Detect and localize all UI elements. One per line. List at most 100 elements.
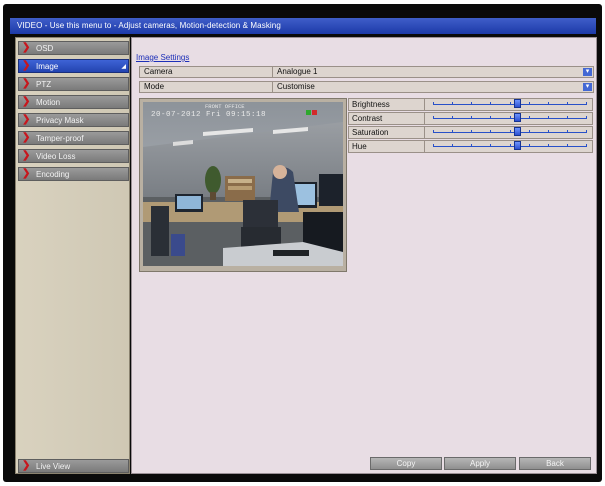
slider-tick [433, 130, 434, 133]
sidebar-item-ptz[interactable]: ❯ PTZ [18, 77, 129, 91]
mode-field[interactable]: Mode Customise ▾ [139, 81, 594, 93]
slider-tick [566, 116, 568, 119]
slider-tick [471, 102, 473, 105]
sidebar-item-tamper-proof[interactable]: ❯ Tamper-proof [18, 131, 129, 145]
slider-tick [452, 102, 454, 105]
sidebar-item-privacy-mask[interactable]: ❯ Privacy Mask [18, 113, 129, 127]
sidebar-item-label: Motion [36, 98, 61, 107]
saturation-slider-thumb[interactable] [514, 127, 522, 136]
slider-tick [528, 116, 530, 119]
camera-preview: FRONT OFFICE 20-07-2012 Fri 09:15:18 [143, 102, 343, 266]
sidebar-item-label: OSD [36, 44, 54, 53]
back-button[interactable]: Back [519, 457, 591, 470]
hue-slider[interactable] [433, 141, 587, 150]
camera-name-overlay: FRONT OFFICE [205, 103, 245, 110]
slider-tick [547, 102, 549, 105]
slider-tick [586, 130, 587, 133]
chevron-right-icon: ❯ [22, 150, 31, 161]
saturation-label: Saturation [349, 127, 425, 138]
contrast-slider-thumb[interactable] [514, 113, 522, 122]
slider-tick [528, 144, 530, 147]
sidebar-item-label: Tamper-proof [36, 134, 84, 143]
title-bar: VIDEO - Use this menu to - Adjust camera… [10, 18, 596, 34]
slider-tick [586, 102, 587, 105]
slider-tick [509, 116, 511, 119]
saturation-row: Saturation [348, 126, 593, 139]
copy-button[interactable]: Copy [370, 457, 442, 470]
live-view-label: Live View [36, 462, 71, 471]
hue-label: Hue [349, 141, 425, 152]
camera-field[interactable]: Camera Analogue 1 ▾ [139, 66, 594, 78]
slider-tick [471, 130, 473, 133]
slider-tick [547, 130, 549, 133]
sidebar-item-motion[interactable]: ❯ Motion [18, 95, 129, 109]
slider-tick [490, 102, 492, 105]
brightness-slider[interactable] [433, 99, 587, 108]
sidebar-item-label: Privacy Mask [36, 116, 84, 125]
brightness-label: Brightness [349, 99, 425, 110]
chevron-right-icon: ❯ [22, 78, 31, 89]
field-label: Camera [140, 67, 273, 77]
brightness-row: Brightness [348, 98, 593, 111]
slider-tick [509, 130, 511, 133]
contrast-row: Contrast [348, 112, 593, 125]
slider-tick [471, 144, 473, 147]
chevron-right-icon: ❯ [22, 114, 31, 125]
chevron-right-icon: ❯ [22, 460, 31, 471]
slider-tick [433, 116, 434, 119]
sidebar-item-image[interactable]: ❯ Image ◢ [18, 59, 129, 73]
field-label: Mode [140, 82, 273, 92]
brightness-slider-thumb[interactable] [514, 99, 522, 108]
hue-slider-thumb[interactable] [514, 141, 522, 150]
dropdown-arrow-icon[interactable]: ▾ [583, 83, 592, 91]
office-scene-image [143, 102, 343, 266]
camera-select-value[interactable]: Analogue 1 [274, 67, 581, 77]
preview-frame: FRONT OFFICE 20-07-2012 Fri 09:15:18 [139, 98, 347, 272]
chevron-right-icon: ❯ [22, 132, 31, 143]
sidebar-item-label: Video Loss [36, 152, 76, 161]
window-title: VIDEO - Use this menu to - Adjust camera… [17, 21, 281, 30]
live-view-button[interactable]: ❯ Live View [18, 459, 129, 473]
slider-tick [490, 116, 492, 119]
slider-tick [586, 116, 587, 119]
section-title: Image Settings [136, 53, 190, 62]
slider-tick [528, 130, 530, 133]
sidebar-item-encoding[interactable]: ❯ Encoding [18, 167, 129, 181]
chevron-right-icon: ❯ [22, 96, 31, 107]
slider-tick [547, 144, 549, 147]
slider-tick [490, 130, 492, 133]
sidebar-item-label: Image [36, 62, 59, 71]
sidebar-item-osd[interactable]: ❯ OSD [18, 41, 129, 55]
slider-tick [433, 144, 434, 147]
sidebar: ❯ OSD ❯ Image ◢ ❯ PTZ ❯ Motion ❯ Privacy… [15, 37, 130, 474]
main-panel: Image Settings Camera Analogue 1 ▾ Mode … [131, 37, 597, 474]
corner-arrow-icon: ◢ [121, 64, 126, 70]
contrast-slider[interactable] [433, 113, 587, 122]
sidebar-item-label: Encoding [36, 170, 70, 179]
sidebar-item-video-loss[interactable]: ❯ Video Loss [18, 149, 129, 163]
slider-tick [509, 144, 511, 147]
slider-tick [528, 102, 530, 105]
chevron-right-icon: ❯ [22, 60, 31, 71]
date-time-overlay: 20-07-2012 Fri 09:15:18 [151, 111, 267, 119]
saturation-slider[interactable] [433, 127, 587, 136]
slider-tick [586, 144, 587, 147]
hue-row: Hue [348, 140, 593, 153]
chevron-right-icon: ❯ [22, 168, 31, 179]
sidebar-item-label: PTZ [36, 80, 52, 89]
mode-select-value[interactable]: Customise [274, 82, 581, 92]
dropdown-arrow-icon[interactable]: ▾ [583, 68, 592, 76]
slider-tick [547, 116, 549, 119]
slider-tick [452, 130, 454, 133]
slider-tick [566, 130, 568, 133]
slider-tick [490, 144, 492, 147]
slider-tick [471, 116, 473, 119]
slider-tick [433, 102, 434, 105]
slider-tick [509, 102, 511, 105]
slider-tick [566, 144, 568, 147]
apply-button[interactable]: Apply [444, 457, 516, 470]
slider-tick [566, 102, 568, 105]
contrast-label: Contrast [349, 113, 425, 124]
chevron-right-icon: ❯ [22, 42, 31, 53]
slider-tick [452, 116, 454, 119]
